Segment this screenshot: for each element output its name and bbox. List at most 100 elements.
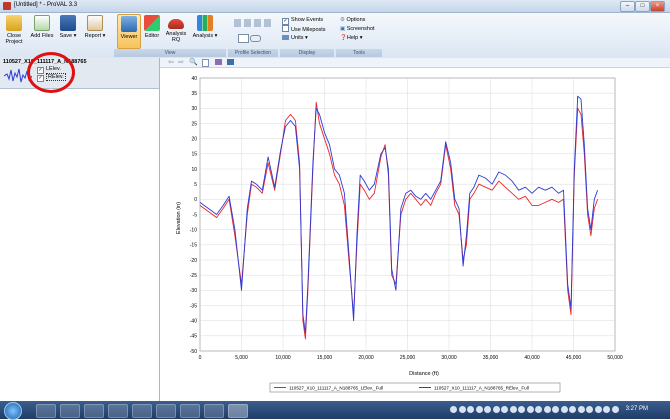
chevron-down-icon: ▾: [72, 33, 77, 39]
taskbar-app-icon[interactable]: [204, 404, 224, 418]
viewer-button[interactable]: Viewer: [117, 14, 141, 49]
taskbar-explorer-icon[interactable]: [60, 404, 80, 418]
y-tick-label: -30: [190, 288, 197, 294]
save-button[interactable]: Save ▾: [57, 15, 79, 39]
chevron-down-icon: ▾: [303, 35, 308, 41]
y-tick-label: 30: [191, 106, 197, 112]
show-events-checkbox[interactable]: ✓ Show Events: [282, 16, 323, 25]
help-icon: ❓: [340, 35, 347, 41]
file-tree-header: 110527_X10_111117_A_N188765 ✓ LElev. ✓ REl…: [0, 58, 159, 89]
bar-chart-icon: [197, 15, 213, 31]
y-tick-label: 15: [191, 152, 197, 158]
tray-icon[interactable]: [484, 406, 491, 413]
save-icon: [60, 15, 76, 31]
annotation-circle: [27, 52, 75, 93]
x-tick-label: 50,000: [607, 355, 623, 361]
y-tick-label: -40: [190, 318, 197, 324]
zoom-icon[interactable]: 🔍: [189, 58, 198, 66]
profile-view-icon[interactable]: [238, 34, 249, 43]
taskbar-proval-icon[interactable]: [228, 404, 248, 418]
taskbar-ie-icon[interactable]: [36, 404, 56, 418]
taskbar-app-icon[interactable]: [132, 404, 152, 418]
tray-icon[interactable]: [586, 406, 593, 413]
x-tick-label: 40,000: [524, 355, 540, 361]
tray-icon[interactable]: [552, 406, 559, 413]
legend-entry: 110527_X10_111117_A_N188765_RElev._Full: [434, 385, 529, 390]
chart-grid: [199, 77, 616, 352]
x-tick-label: 30,000: [441, 355, 457, 361]
tray-icon[interactable]: [501, 406, 508, 413]
chart-toolbar: ⇦ ⇨ 🔍: [160, 58, 670, 68]
taskbar-app-icon[interactable]: [108, 404, 128, 418]
x-axis-label: Distance (ft): [409, 371, 439, 377]
export-icon[interactable]: [227, 59, 234, 65]
close-project-button[interactable]: Close Project: [2, 15, 26, 45]
tray-icon[interactable]: [603, 406, 610, 413]
tray-icon[interactable]: [492, 406, 500, 413]
x-tick-label: 35,000: [483, 355, 499, 361]
add-files-button[interactable]: Add Files: [29, 15, 55, 39]
x-tick-label: 5,000: [235, 355, 248, 361]
tray-icon[interactable]: [509, 406, 517, 413]
analysis-button[interactable]: Analysis ▾: [190, 15, 220, 39]
editor-icon: [144, 15, 160, 31]
report-button[interactable]: Report ▾: [82, 15, 108, 39]
chart-viewer: ⇦ ⇨ 🔍 40 35 30 25 20 15 10 5 0 -5 -10 -15 -20 -25 -30 -…: [160, 58, 670, 401]
tray-icon[interactable]: [611, 406, 619, 413]
link-icon[interactable]: [250, 35, 261, 42]
back-arrow-icon[interactable]: ⇦: [168, 58, 174, 66]
page-icon[interactable]: [202, 59, 209, 67]
editor-button[interactable]: Editor: [141, 15, 163, 39]
report-icon: [87, 15, 103, 31]
tray-icon[interactable]: [526, 406, 534, 413]
taskbar-folder-icon[interactable]: [84, 404, 104, 418]
group-label-profile-selection: Profile Selection: [228, 49, 278, 57]
tray-icon[interactable]: [535, 406, 542, 413]
y-tick-label: -10: [190, 227, 197, 233]
start-button[interactable]: [4, 402, 22, 420]
chevron-down-icon: ▾: [101, 33, 106, 39]
elevation-chart[interactable]: 40 35 30 25 20 15 10 5 0 -5 -10 -15 -20 -25 -30 -35 -40 -…: [160, 68, 670, 401]
x-tick-label: 0: [199, 355, 202, 361]
tray-icon[interactable]: [569, 406, 576, 413]
title-bar: [Untitled] * - ProVAL 3.3 – □ ×: [0, 0, 670, 13]
car-icon: [168, 19, 184, 29]
y-tick-label: -45: [190, 334, 197, 340]
y-axis-label: Elevation (in): [176, 202, 182, 234]
chart-legend: 110527_X10_111117_A_N188765_LElev._Full 1…: [269, 382, 561, 393]
screenshot-button[interactable]: ▣ Screenshot: [340, 25, 375, 33]
use-mileposts-checkbox[interactable]: Use Mileposts: [282, 25, 326, 34]
viewer-icon: [121, 16, 137, 32]
taskbar-app-icon[interactable]: [156, 404, 176, 418]
options-button[interactable]: ⚙ Options: [340, 16, 365, 24]
camera-icon: ▣: [340, 26, 347, 32]
units-dropdown[interactable]: Units ▾: [282, 34, 308, 42]
tray-icon[interactable]: [450, 406, 457, 413]
tray-icon[interactable]: [560, 406, 568, 413]
tray-icon[interactable]: [475, 406, 483, 413]
y-axis-ticks: 40 35 30 25 20 15 10 5 0 -5 -10 -15 -20 -25 -30 -35 -40 -…: [190, 76, 197, 355]
tray-icon[interactable]: [458, 406, 466, 413]
y-tick-label: 25: [191, 121, 197, 127]
close-button[interactable]: ×: [650, 1, 665, 12]
print-icon[interactable]: [215, 59, 222, 65]
help-button[interactable]: ❓Help ▾: [340, 34, 362, 42]
chevron-down-icon: ▾: [213, 33, 218, 39]
app-icon: [3, 2, 11, 10]
profile-list-icon[interactable]: [234, 19, 272, 27]
analysis-rq-button[interactable]: Analysis RQ: [164, 15, 188, 43]
y-tick-label: -5: [193, 212, 198, 218]
tray-icon[interactable]: [518, 406, 525, 413]
x-tick-label: 10,000: [275, 355, 291, 361]
tray-icon[interactable]: [467, 406, 474, 413]
taskbar-app-icon[interactable]: [180, 404, 200, 418]
tray-icon[interactable]: [594, 406, 602, 413]
tray-icon[interactable]: [543, 406, 551, 413]
maximize-button[interactable]: □: [635, 1, 650, 12]
minimize-button[interactable]: –: [620, 1, 635, 12]
group-label-display: Display: [280, 49, 334, 57]
forward-arrow-icon[interactable]: ⇨: [178, 58, 184, 66]
x-tick-label: 45,000: [566, 355, 582, 361]
y-tick-label: -50: [190, 349, 197, 355]
tray-icon[interactable]: [577, 406, 585, 413]
